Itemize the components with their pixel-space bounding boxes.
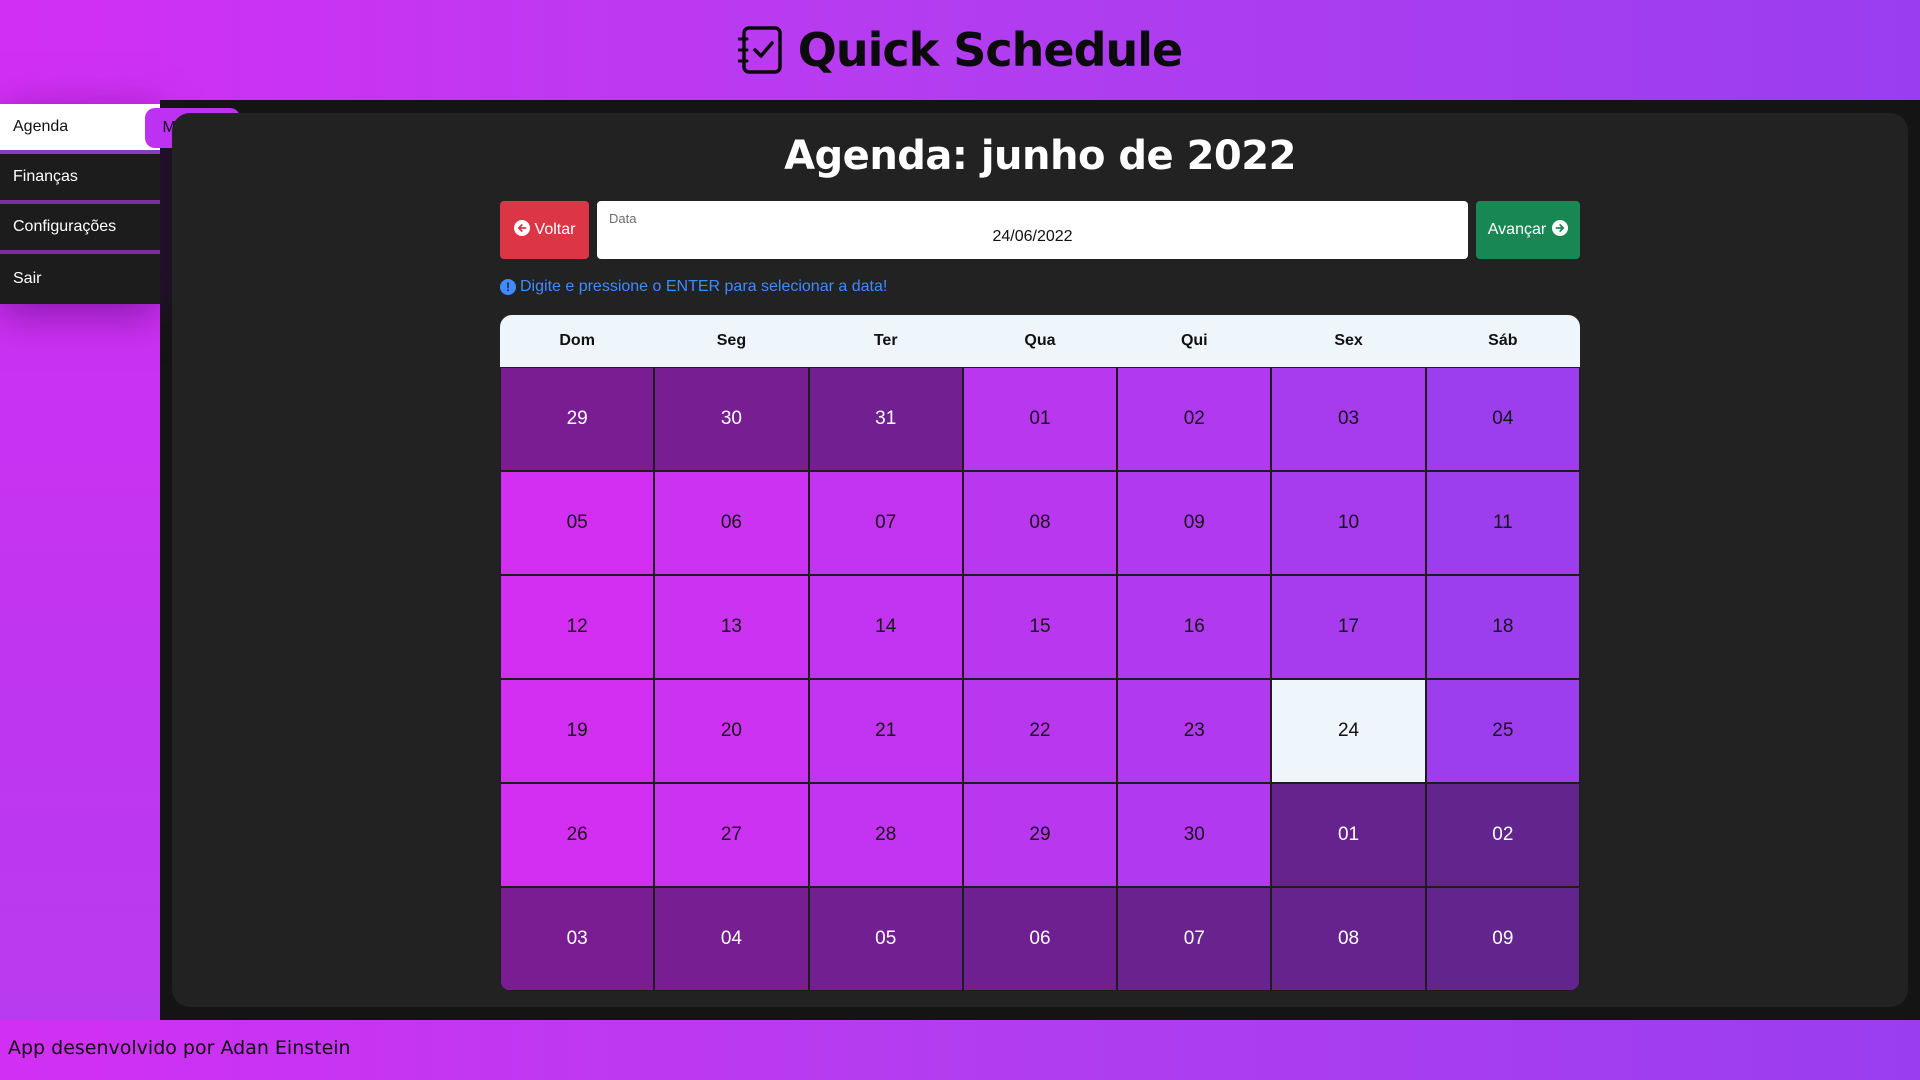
calendar-day[interactable]: 17 [1271,575,1426,679]
calendar-day[interactable]: 20 [654,679,809,783]
main-card: Agenda: junho de 2022 Voltar Data 24/06/… [172,113,1908,1007]
info-icon: ! [500,279,516,295]
calendar-day[interactable]: 30 [1117,783,1272,887]
calendar-grid: 29 30 31 01 02 03 04 05 06 07 08 09 10 11 12 13 14 15 16 17… [500,367,1580,991]
sidebar-item-sair[interactable]: Sair [0,254,160,304]
calendar-day[interactable]: 21 [808,679,963,783]
calendar-day[interactable]: 04 [654,887,809,991]
sidebar-item-label: Agenda [13,118,69,135]
back-button-label: Voltar [534,221,576,238]
weekday-header: Sex [1334,332,1363,349]
calendar-day[interactable]: 08 [1271,887,1426,991]
calendar-day[interactable]: 06 [962,887,1118,991]
weekday-header: Qui [1180,332,1208,349]
hint-text: Digite e pressione o ENTER para selecion… [520,278,888,295]
calendar-day[interactable]: 25 [1425,679,1580,783]
calendar-day[interactable]: 02 [1425,783,1580,887]
calendar-day[interactable]: 26 [500,783,655,887]
calendar-day[interactable]: 07 [808,471,963,575]
calendar-day-selected[interactable]: 24 [1271,679,1426,783]
calendar-day[interactable]: 01 [1271,783,1426,887]
calendar-day[interactable]: 09 [1117,471,1272,575]
calendar-day[interactable]: 09 [1425,887,1580,991]
calendar-weekdays: Dom Seg Ter Qua Qui Sex Sáb [500,315,1580,367]
page-title: Agenda: junho de 2022 [784,133,1296,179]
app-header: Quick Schedule [0,0,1920,100]
calendar-day[interactable]: 13 [654,575,809,679]
sidebar-item-label: Sair [13,270,42,287]
calendar-day[interactable]: 06 [654,471,809,575]
calendar-day[interactable]: 30 [654,367,809,471]
calendar-day[interactable]: 03 [500,887,655,991]
calendar-day[interactable]: 02 [1117,367,1272,471]
calendar-day[interactable]: 31 [808,367,963,471]
date-field[interactable]: Data 24/06/2022 [597,201,1468,259]
calendar: Dom Seg Ter Qua Qui Sex Sáb 29 30 31 01 02 03… [500,315,1580,991]
sidebar-item-agenda[interactable]: Agenda [0,104,160,154]
calendar-day[interactable]: 01 [962,367,1118,471]
calendar-day[interactable]: 19 [500,679,655,783]
calendar-day[interactable]: 03 [1271,367,1426,471]
calendar-day[interactable]: 29 [500,367,655,471]
arrow-right-circle-icon [1552,219,1569,241]
calendar-day[interactable]: 04 [1425,367,1580,471]
footer-credit: App desenvolvido por Adan Einstein [8,1037,351,1059]
calendar-day[interactable]: 22 [962,679,1118,783]
date-field-label: Data [609,211,637,226]
calendar-day[interactable]: 05 [808,887,963,991]
app-title: Quick Schedule [797,23,1183,77]
calendar-day[interactable]: 27 [654,783,809,887]
side-menu: Agenda Finanças Configurações Sair [0,104,160,304]
date-controls: Voltar Data 24/06/2022 Avançar [500,201,1580,259]
arrow-left-circle-icon [513,219,530,241]
calendar-day[interactable]: 10 [1271,471,1426,575]
calendar-day[interactable]: 16 [1117,575,1272,679]
weekday-header: Dom [559,332,595,349]
sidebar-item-label: Configurações [13,218,117,235]
weekday-header: Sáb [1488,332,1518,349]
weekday-header: Seg [716,332,747,349]
sidebar-item-financas[interactable]: Finanças [0,154,160,204]
calendar-day[interactable]: 14 [808,575,963,679]
next-button[interactable]: Avançar [1476,201,1580,259]
calendar-day[interactable]: 18 [1425,575,1580,679]
calendar-day[interactable]: 12 [500,575,655,679]
calendar-day[interactable]: 11 [1425,471,1580,575]
sidebar-item-label: Finanças [13,168,78,185]
sidebar-item-configuracoes[interactable]: Configurações [0,204,160,254]
date-hint: ! Digite e pressione o ENTER para seleci… [500,278,887,296]
weekday-header: Ter [873,332,898,349]
checklist-notebook-icon [737,25,784,75]
calendar-day[interactable]: 07 [1117,887,1272,991]
calendar-day[interactable]: 15 [962,575,1118,679]
next-button-label: Avançar [1487,221,1547,238]
calendar-day[interactable]: 05 [500,471,655,575]
back-button[interactable]: Voltar [500,201,589,259]
date-field-value: 24/06/2022 [992,228,1073,245]
calendar-day[interactable]: 08 [962,471,1118,575]
calendar-day[interactable]: 29 [962,783,1118,887]
calendar-day[interactable]: 23 [1117,679,1272,783]
calendar-day[interactable]: 28 [808,783,963,887]
weekday-header: Qua [1024,332,1056,349]
